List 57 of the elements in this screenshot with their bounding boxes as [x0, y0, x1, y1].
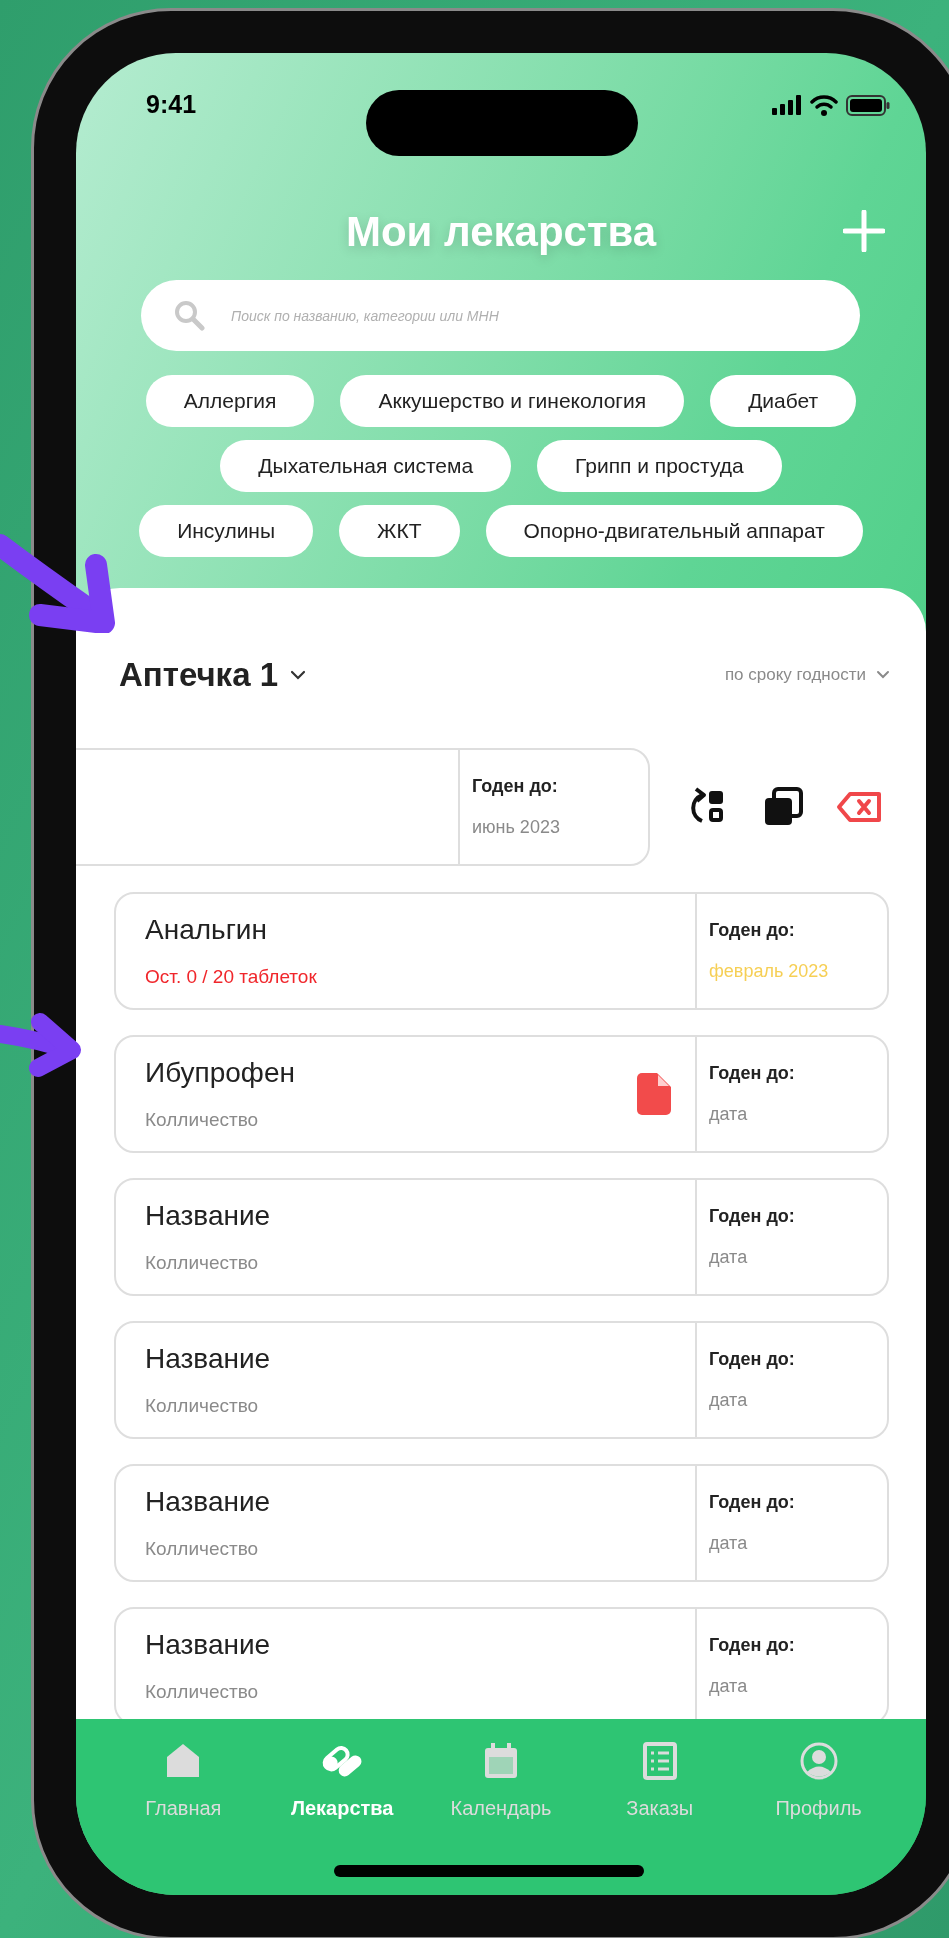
expiry-date: февраль 2023	[709, 959, 830, 983]
kit-dropdown[interactable]: Аптечка 1	[119, 650, 306, 700]
chevron-down-icon	[876, 670, 890, 680]
category-chip[interactable]: Аккушерство и гинекология	[340, 375, 685, 427]
expiry-label: Годен до:	[709, 1061, 796, 1085]
medicine-quantity: Колличество	[145, 1537, 260, 1562]
medicine-card[interactable]: Название Колличество Годен до: дата	[114, 1320, 889, 1439]
medicine-name: Название	[145, 1342, 272, 1377]
expiry-date: дата	[709, 1531, 749, 1555]
expiry-date: дата	[709, 1388, 749, 1412]
status-time: 9:41	[146, 89, 197, 121]
medicine-card[interactable]: Название Колличество Годен до: дата	[114, 1463, 889, 1582]
medicine-name: Ибупрофен	[145, 1056, 296, 1091]
expiry-label: Годен до:	[709, 1204, 796, 1228]
search-icon	[173, 299, 205, 331]
category-chip[interactable]: Аллергия	[145, 375, 315, 427]
signal-icon	[772, 95, 802, 115]
plus-icon	[843, 210, 885, 252]
wifi-icon	[810, 94, 838, 116]
medicine-quantity: Колличество	[145, 1680, 260, 1705]
category-chip[interactable]: ЖКТ	[339, 505, 460, 557]
category-chip[interactable]: Инсулины	[139, 505, 314, 557]
category-chip[interactable]: Дыхательная система	[220, 440, 512, 492]
medicine-quantity: Колличество	[145, 1251, 260, 1276]
medicine-quantity: Колличество	[145, 1394, 260, 1419]
medicine-name: Название	[145, 1485, 272, 1520]
medicine-quantity: Колличество	[145, 1108, 260, 1133]
expiry-label: Годен до:	[709, 1633, 796, 1657]
search-field[interactable]: Поиск по названию, категории или МНН	[141, 280, 860, 351]
sort-dropdown[interactable]: по сроку годности	[724, 662, 890, 688]
screen-title: Мои лекарства	[345, 206, 657, 257]
swiped-medicine-card[interactable]: Годен до: июнь 2023	[76, 747, 650, 866]
medicine-name: Название	[145, 1628, 272, 1663]
medicine-card[interactable]: Название Колличество Годен до: дата	[114, 1606, 889, 1719]
medicine-card[interactable]: Ибупрофен Колличество Годен до: дата	[114, 1034, 889, 1153]
profile-icon	[798, 1741, 839, 1781]
category-chip[interactable]: Грипп и простуда	[537, 440, 782, 492]
expiry-date: июнь 2023	[472, 815, 561, 839]
delete-icon	[836, 790, 882, 823]
document-icon[interactable]	[637, 1072, 671, 1115]
medicine-card[interactable]: Название Колличество Годен до: дата	[114, 1177, 889, 1296]
category-chip[interactable]: Диабет	[710, 375, 857, 427]
copy-icon	[762, 785, 804, 828]
expiry-label: Годен до:	[709, 1347, 796, 1371]
battery-icon	[846, 94, 890, 116]
expiry-label: Годен до:	[709, 918, 796, 942]
chevron-down-icon	[290, 669, 306, 680]
category-chip[interactable]: Опорно-двигательный аппарат	[485, 505, 863, 557]
expiry-label: Годен до:	[709, 1490, 796, 1514]
expiry-date: дата	[709, 1674, 749, 1698]
medicine-quantity: Ост. 0 / 20 таблеток	[145, 965, 318, 990]
expiry-date: дата	[709, 1102, 749, 1126]
medicine-card[interactable]: Анальгин Ост. 0 / 20 таблеток Годен до: февраль 2023	[114, 891, 889, 1010]
medicine-name: Анальгин	[145, 913, 268, 948]
medicine-name: Название	[145, 1199, 272, 1234]
expiry-label: Годен до:	[472, 774, 559, 798]
expiry-date: дата	[709, 1245, 749, 1269]
